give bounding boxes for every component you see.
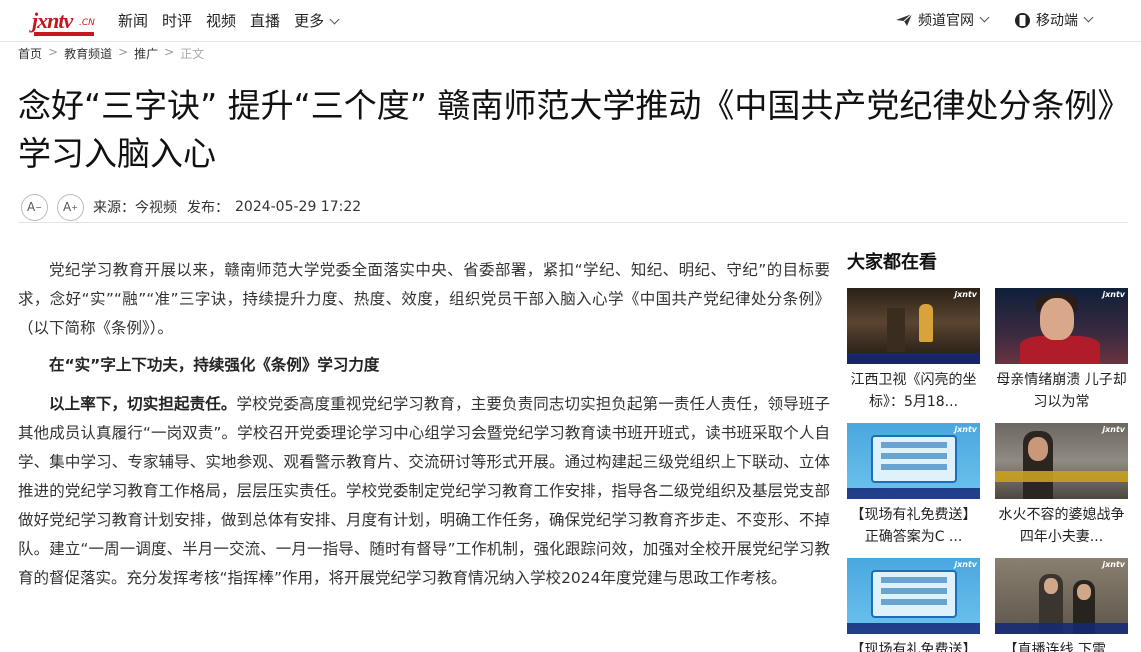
mobile-phone-icon	[1015, 12, 1030, 28]
breadcrumb-home[interactable]: 首页	[18, 45, 42, 62]
paragraph: 党纪学习教育开展以来，赣南师范大学党委全面落实中央、省委部署，紧扣“学纪、知纪、…	[18, 261, 830, 337]
publish-time: 2024-05-29 17:22	[235, 199, 362, 215]
mobile-label: 移动端	[1036, 13, 1078, 29]
popular-item-title: 江西卫视《闪亮的坐标》：5月18...	[850, 372, 977, 410]
breadcrumb-promotion[interactable]: 推广	[134, 45, 158, 62]
breadcrumb-separator: >	[164, 45, 175, 59]
source-label: 来源：	[93, 200, 135, 216]
paragraph: 以上率下，切实担起责任。学校党委高度重视党纪学习教育，主要负责同志切实担负起第一…	[18, 390, 830, 593]
popular-item[interactable]: jxntv 水火不容的婆媳战争 四年小夫妻...	[995, 423, 1128, 548]
thumbnail: jxntv	[847, 423, 980, 499]
logo-suffix: .CN	[79, 18, 95, 28]
nav-item-video[interactable]: 视频	[206, 10, 236, 31]
logo-underline	[34, 32, 94, 36]
popular-item-title: 【现场有礼免费送】正确答案为C ...	[850, 507, 977, 545]
popular-grid: jxntv 江西卫视《闪亮的坐标》：5月18... jxntv 母亲情绪崩溃 儿…	[847, 288, 1137, 652]
article-title: 念好“三字诀” 提升“三个度” 赣南师范大学推动《中国共产党纪律处分条例》学习入…	[18, 86, 1114, 173]
watermark-logo: jxntv	[954, 560, 977, 569]
font-increase-button[interactable]: A +	[57, 193, 84, 221]
chevron-down-icon	[329, 14, 340, 25]
article-meta: A − A + 来源： 今视频 发布： 2024-05-29 17:22	[21, 192, 361, 222]
site-logo[interactable]: jxntv .CN	[32, 6, 98, 36]
top-nav-bar: jxntv .CN 新闻 时评 视频 直播 更多 频道官网 移动端	[0, 0, 1141, 42]
thumbnail: jxntv	[995, 288, 1128, 364]
watermark-logo: jxntv	[954, 425, 977, 434]
popular-item[interactable]: jxntv 【现场有礼免费送】正确答案为C ...	[847, 558, 980, 652]
minus-icon: −	[35, 202, 42, 212]
breadcrumb-separator: >	[48, 45, 59, 59]
thumbnail: jxntv	[995, 558, 1128, 634]
popular-item-title: 【现场有礼免费送】正确答案为C ...	[850, 642, 977, 652]
thumbnail: jxntv	[847, 288, 980, 364]
meta-divider	[18, 222, 1128, 223]
sidebar-heading: 大家都在看	[847, 252, 937, 273]
paragraph-lead: 以上率下，切实担起责任。	[49, 395, 237, 413]
breadcrumb-current: 正文	[180, 47, 205, 61]
breadcrumb-separator: >	[118, 45, 129, 59]
watermark-logo: jxntv	[1102, 425, 1125, 434]
logo-text: jxntv	[32, 8, 73, 33]
main-nav: 新闻 时评 视频 直播 更多	[118, 10, 340, 31]
channel-site-label: 频道官网	[918, 13, 974, 29]
mobile-menu[interactable]: 移动端	[1015, 10, 1094, 30]
breadcrumb: 首页 > 教育频道 > 推广 > 正文	[18, 45, 204, 62]
breadcrumb-education[interactable]: 教育频道	[64, 45, 112, 62]
nav-item-news[interactable]: 新闻	[118, 10, 148, 31]
publish-label: 发布：	[187, 200, 229, 216]
popular-item-title: 母亲情绪崩溃 儿子却习以为常	[996, 372, 1127, 410]
paragraph-text: 学校党委高度重视党纪学习教育，主要负责同志切实担负起第一责任人责任，领导班子其他…	[18, 395, 830, 587]
article-body: 党纪学习教育开展以来，赣南师范大学党委全面落实中央、省委部署，紧扣“学纪、知纪、…	[18, 256, 830, 601]
chevron-down-icon	[979, 12, 990, 22]
paper-plane-icon	[896, 13, 913, 26]
nav-item-commentary[interactable]: 时评	[162, 10, 192, 31]
popular-item[interactable]: jxntv 母亲情绪崩溃 儿子却习以为常	[995, 288, 1128, 413]
watermark-logo: jxntv	[954, 290, 977, 299]
nav-item-live[interactable]: 直播	[250, 10, 280, 31]
sidebar-popular: 大家都在看 jxntv 江西卫视《闪亮的坐标》：5月18... jxntv 母亲…	[847, 248, 1137, 652]
plus-icon: +	[71, 202, 78, 212]
channel-site-menu[interactable]: 频道官网	[895, 10, 990, 30]
font-increase-label: A	[63, 200, 72, 214]
nav-item-more[interactable]: 更多	[294, 10, 340, 31]
popular-item[interactable]: jxntv 【直播连线 下雷...	[995, 558, 1128, 652]
popular-item-title: 【直播连线 下雷...	[1003, 642, 1120, 652]
thumbnail: jxntv	[847, 558, 980, 634]
watermark-logo: jxntv	[1102, 290, 1125, 299]
chevron-down-icon	[1083, 12, 1094, 22]
font-decrease-label: A	[27, 200, 36, 214]
thumbnail: jxntv	[995, 423, 1128, 499]
font-decrease-button[interactable]: A −	[21, 193, 48, 221]
popular-item[interactable]: jxntv 江西卫视《闪亮的坐标》：5月18...	[847, 288, 980, 413]
popular-item-title: 水火不容的婆媳战争 四年小夫妻...	[998, 507, 1125, 545]
nav-more-label: 更多	[294, 12, 325, 30]
source-value: 今视频	[135, 200, 177, 216]
popular-item[interactable]: jxntv 【现场有礼免费送】正确答案为C ...	[847, 423, 980, 548]
section-heading: 在“实”字上下功夫，持续强化《条例》学习力度	[49, 356, 380, 374]
watermark-logo: jxntv	[1102, 560, 1125, 569]
